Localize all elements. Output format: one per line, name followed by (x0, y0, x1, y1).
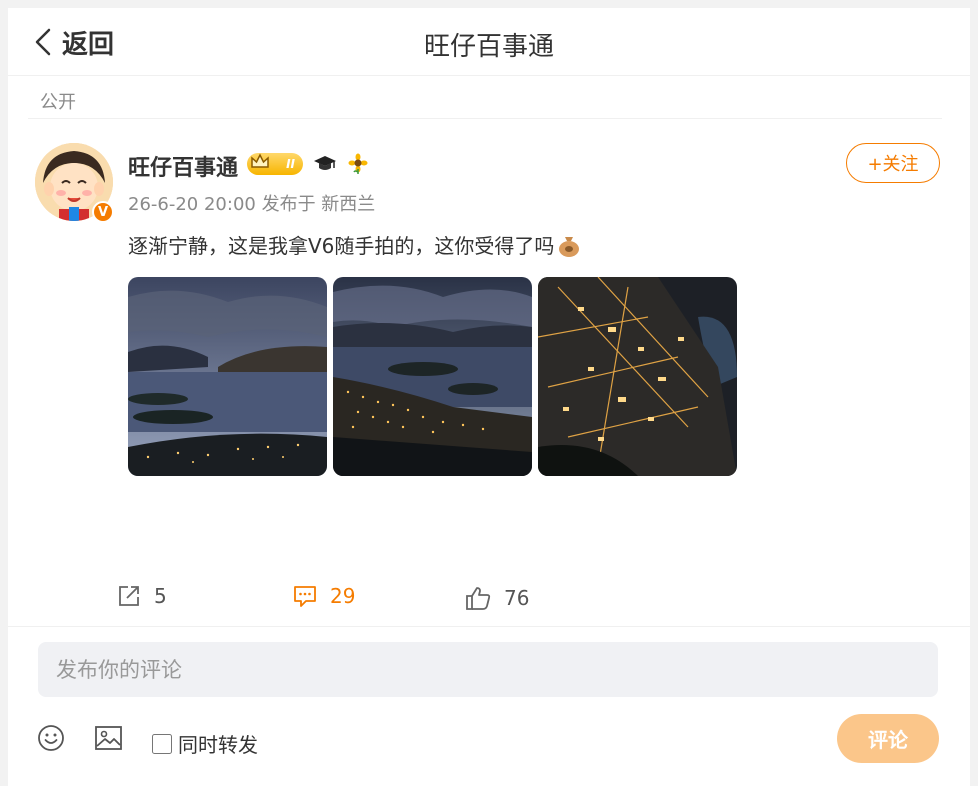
post-text: 逐渐宁静，这是我拿V6随手拍的，这你受得了吗 (128, 234, 555, 258)
repost-checkbox-row[interactable]: 同时转发 (152, 729, 258, 758)
photo-town-lights[interactable] (538, 277, 737, 476)
thumbs-up-icon (466, 587, 491, 610)
lake-dusk-photo (128, 277, 327, 476)
lake-town-photo (333, 277, 532, 476)
like-button[interactable]: 76 (464, 585, 529, 611)
divider (8, 626, 970, 627)
page-title: 旺仔百事通 (423, 32, 554, 62)
graduation-cap-icon[interactable] (313, 153, 337, 175)
crown-icon (251, 153, 269, 168)
member-level-text: II (286, 157, 295, 171)
post-meta: 26-6-20 20:00 发布于 新西兰 (128, 194, 376, 215)
emoji-icon[interactable] (37, 724, 65, 752)
photo-grid (128, 277, 737, 476)
comment-button[interactable]: 29 (292, 583, 355, 609)
composer-toolbar: 同时转发 评论 (8, 710, 970, 770)
like-count: 76 (504, 586, 530, 610)
photo-lake-town[interactable] (333, 277, 532, 476)
share-icon (119, 586, 139, 606)
post-text-row: 逐渐宁静，这是我拿V6随手拍的，这你受得了吗 (128, 230, 582, 259)
image-icon[interactable] (94, 724, 123, 752)
divider (28, 118, 942, 119)
repost-checkbox[interactable] (152, 733, 172, 754)
repost-button[interactable]: 5 (116, 583, 167, 609)
money-bag-emoji-icon (559, 236, 580, 257)
member-level-badge[interactable]: II (247, 153, 303, 175)
post-detail-card: 返回 旺仔百事通 公开 V 旺仔百事通 II 26-6-20 20:00 发布于… (8, 8, 970, 786)
comment-count: 29 (330, 584, 356, 608)
top-bar: 返回 旺仔百事通 (8, 8, 970, 76)
follow-button[interactable]: +关注 (846, 143, 940, 183)
author-name[interactable]: 旺仔百事通 (128, 150, 238, 182)
post-actions-bar: 5 29 76 (8, 578, 970, 628)
visibility-label: 公开 (40, 92, 76, 113)
verified-badge: V (92, 201, 114, 223)
submit-comment-button[interactable]: 评论 (837, 714, 939, 763)
repost-checkbox-label: 同时转发 (178, 733, 258, 757)
follow-label: +关注 (867, 154, 919, 175)
comment-icon (294, 586, 316, 607)
comment-input-box[interactable] (38, 642, 938, 697)
town-lights-photo (538, 277, 737, 476)
comment-input[interactable] (54, 656, 918, 683)
author-badges: II (247, 153, 369, 175)
photo-lake-dusk[interactable] (128, 277, 327, 476)
repost-count: 5 (154, 584, 167, 608)
sunflower-icon[interactable] (347, 153, 369, 175)
